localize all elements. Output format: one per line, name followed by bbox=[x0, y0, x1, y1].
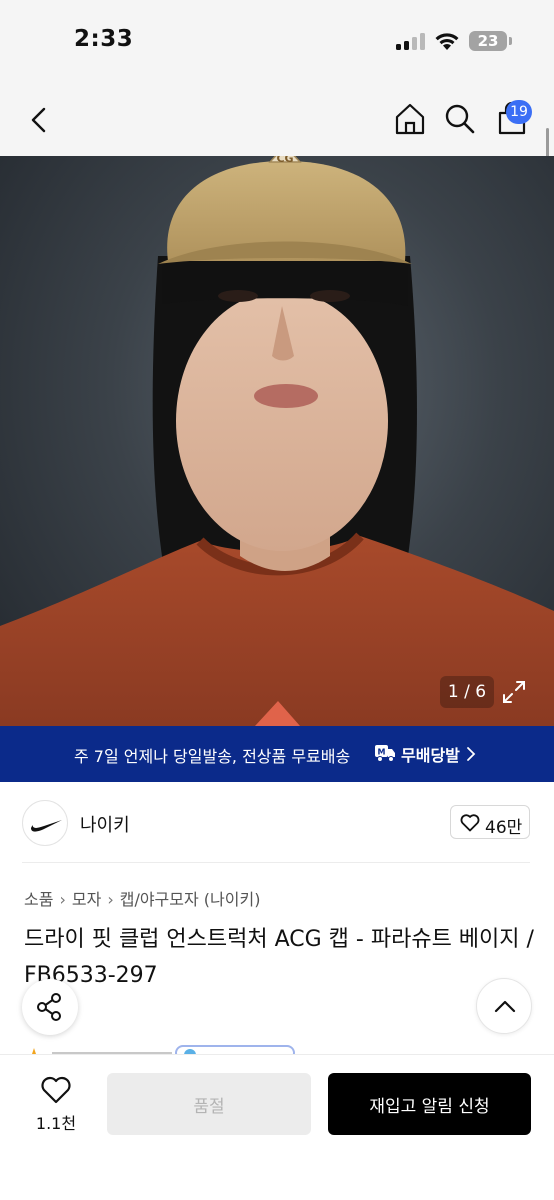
chevron-right-icon bbox=[467, 747, 476, 761]
battery-nub bbox=[509, 37, 512, 45]
cellular-signal-icon bbox=[396, 33, 426, 50]
scroll-to-top-button[interactable] bbox=[476, 978, 532, 1034]
product-title: 드라이 핏 클럽 언스트럭처 ACG 캡 - 파라슈트 베이지 / FB6533… bbox=[24, 927, 534, 988]
promo-text: 주 7일 언제나 당일발송, 전상품 무료배송 bbox=[74, 747, 351, 766]
heart-icon bbox=[460, 814, 480, 832]
brand-name[interactable]: 나이키 bbox=[80, 811, 130, 837]
breadcrumb-item[interactable]: 모자 bbox=[72, 890, 101, 909]
wifi-icon bbox=[435, 33, 459, 50]
home-icon[interactable] bbox=[392, 101, 428, 137]
breadcrumb-item[interactable]: 캡/야구모자 (나이키) bbox=[120, 890, 261, 909]
share-icon bbox=[37, 993, 61, 1021]
status-bar: 2:33 23 bbox=[0, 0, 554, 84]
breadcrumb: 소품 › 모자 › 캡/야구모자 (나이키) bbox=[24, 886, 260, 910]
nike-swoosh-icon bbox=[31, 820, 62, 832]
promo-logo-letter: M bbox=[378, 748, 386, 757]
chevron-right-icon: › bbox=[107, 890, 114, 909]
back-button[interactable] bbox=[22, 102, 58, 138]
battery-indicator: 23 bbox=[469, 31, 507, 51]
wishlist-count: 1.1천 bbox=[35, 1114, 77, 1133]
image-counter: 1 / 6 bbox=[440, 676, 494, 708]
expand-icon[interactable] bbox=[498, 676, 530, 708]
soldout-button: 품절 bbox=[107, 1073, 311, 1135]
product-photo: CG bbox=[0, 156, 554, 726]
delivery-truck-icon: M bbox=[375, 745, 395, 762]
restock-alert-button[interactable]: 재입고 알림 신청 bbox=[328, 1073, 531, 1135]
cart-count-badge: 19 bbox=[506, 100, 532, 124]
status-time: 2:33 bbox=[74, 26, 134, 52]
heart-icon bbox=[41, 1076, 71, 1104]
cap-logo-text: CG bbox=[276, 156, 293, 165]
brand-like-count: 46만 bbox=[485, 818, 523, 838]
brand-like-button[interactable]: 46만 bbox=[450, 805, 530, 839]
promo-brand-name: 무배당발 bbox=[401, 746, 460, 765]
chevron-up-icon bbox=[494, 1000, 516, 1013]
top-nav-bar bbox=[0, 84, 554, 156]
product-image-carousel[interactable]: CG bbox=[0, 156, 554, 726]
chevron-right-icon: › bbox=[59, 890, 66, 909]
wishlist-button[interactable]: 1.1천 bbox=[30, 1074, 82, 1134]
share-button[interactable] bbox=[22, 979, 78, 1035]
brand-logo[interactable] bbox=[22, 800, 68, 846]
breadcrumb-item[interactable]: 소품 bbox=[24, 890, 53, 909]
search-icon[interactable] bbox=[442, 101, 478, 137]
divider bbox=[22, 862, 530, 863]
promo-banner[interactable]: 주 7일 언제나 당일발송, 전상품 무료배송 M 무배당발 bbox=[0, 726, 554, 782]
